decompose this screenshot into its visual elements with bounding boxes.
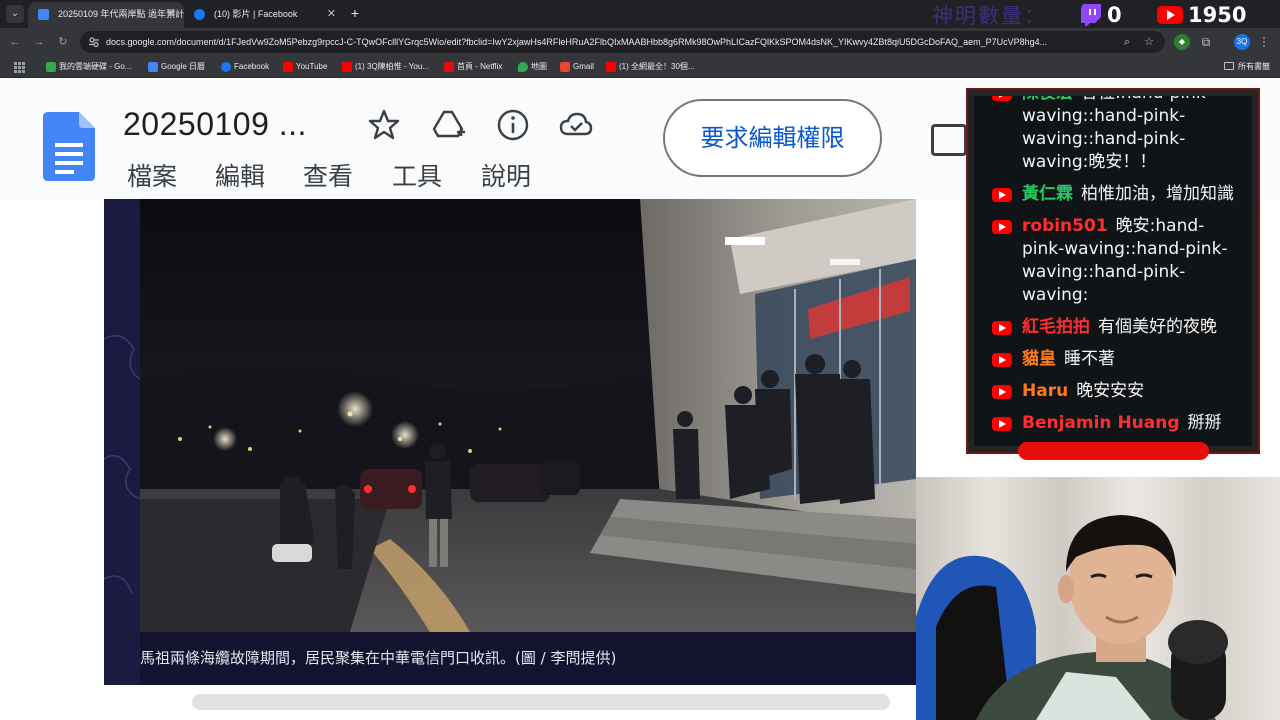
menu-edit[interactable]: 編輯 [215, 157, 265, 193]
menu-view[interactable]: 查看 [303, 157, 353, 193]
webcam-feed [916, 477, 1280, 720]
all-bookmarks-folder[interactable]: 所有書籤 [1224, 56, 1270, 78]
address-bar[interactable]: docs.google.com/document/d/1FJedVw9ZoM5P… [80, 31, 1165, 53]
chat-accent-bar [1018, 442, 1209, 460]
chat-message: 陳俊宏 各位:hand-pink-waving::hand-pink-waving… [992, 88, 1242, 174]
live-chat-overlay: 陳俊宏 各位:hand-pink-waving::hand-pink-waving… [966, 88, 1260, 454]
site-info-icon[interactable] [88, 36, 100, 48]
chat-message: 貓皇 睡不著 [992, 348, 1242, 371]
profile-avatar[interactable]: 3Q [1234, 34, 1250, 50]
bookmarks-bar: 我的雲端硬碟 - Go... Google 日曆 Facebook YouTub… [0, 56, 1280, 78]
youtube-icon [342, 62, 352, 72]
forward-arrow-icon[interactable]: → [30, 33, 48, 51]
zoom-icon[interactable]: ⌕ [1120, 35, 1134, 49]
close-icon[interactable]: ✕ [167, 2, 176, 26]
tab-facebook[interactable]: (10) 影片 | Facebook ✕ [184, 2, 344, 28]
youtube-icon [283, 62, 293, 72]
chat-text: 柏惟加油，增加知識 [1081, 184, 1234, 204]
chat-message: Benjamin Huang 掰掰 [992, 412, 1242, 435]
bookmark-video[interactable]: (1) 全網最全！30個... [606, 56, 695, 78]
chat-author: Haru [1022, 381, 1069, 401]
reload-icon[interactable]: ↻ [54, 33, 72, 51]
youtube-icon [992, 188, 1012, 202]
menu-help[interactable]: 說明 [481, 157, 531, 193]
chat-author: 陳俊宏 [1022, 88, 1073, 103]
request-edit-access-button[interactable]: 要求編輯權限 [663, 99, 882, 177]
back-arrow-icon[interactable]: ← [6, 33, 24, 51]
bookmark-facebook[interactable]: Facebook [221, 56, 269, 78]
move-to-drive-icon[interactable] [431, 108, 465, 142]
bookmark-3q-channel[interactable]: (1) 3Q陳柏惟 - You... [342, 56, 429, 78]
more-menu-icon[interactable]: ⋮ [1256, 34, 1272, 50]
url-text[interactable]: docs.google.com/document/d/1FJedVw9ZoM5P… [106, 31, 1116, 53]
close-icon[interactable]: ✕ [327, 2, 336, 26]
extensions-puzzle-icon[interactable]: ⧉ [1198, 34, 1214, 50]
folder-icon [1224, 62, 1234, 70]
menu-file[interactable]: 檔案 [127, 157, 177, 193]
apps-grid-icon[interactable] [14, 62, 25, 73]
facebook-icon [194, 9, 205, 20]
browser-toolbar: ← → ↻ docs.google.com/document/d/1FJedVw… [0, 28, 1280, 56]
bookmark-youtube[interactable]: YouTube [283, 56, 327, 78]
twitch-count: 0 [1107, 3, 1122, 27]
cloud-saved-icon[interactable] [559, 108, 593, 142]
chat-message: 黃仁霖 柏惟加油，增加知識 [992, 183, 1242, 206]
netflix-icon [444, 62, 454, 72]
youtube-icon [992, 417, 1012, 431]
bookmark-calendar[interactable]: Google 日曆 [148, 56, 205, 78]
tab-title: 20250109 年代兩岸點 過年預計 [58, 9, 184, 19]
youtube-icon [992, 96, 1012, 101]
bookmark-netflix[interactable]: 首頁 - Netflix [444, 56, 502, 78]
tab-search-chevron-icon[interactable]: ⌄ [6, 5, 24, 23]
youtube-count: 1950 [1188, 3, 1247, 27]
youtube-icon [992, 321, 1012, 335]
twitch-counter: 0 [1080, 0, 1122, 30]
chat-author: 紅毛拍拍 [1022, 317, 1090, 337]
bookmark-star-icon[interactable]: ☆ [1142, 35, 1156, 49]
youtube-icon [992, 353, 1012, 367]
calendar-icon [148, 62, 158, 72]
chat-author: Benjamin Huang [1022, 413, 1180, 433]
gmail-icon [560, 62, 570, 72]
drive-icon [46, 62, 56, 72]
document-title[interactable]: 20250109 ... [123, 106, 307, 143]
chat-text: 有個美好的夜晚 [1098, 317, 1217, 337]
chat-message-list: 陳俊宏 各位:hand-pink-waving::hand-pink-waving… [992, 96, 1242, 444]
chat-author: 貓皇 [1022, 349, 1056, 369]
google-docs-logo[interactable] [43, 112, 95, 181]
chat-message: robin501 晚安:hand-pink-waving::hand-pink-w… [992, 215, 1242, 307]
youtube-icon [606, 62, 616, 72]
docs-icon [38, 9, 49, 20]
new-tab-button[interactable]: + [346, 3, 364, 23]
street-night-photo [140, 199, 916, 632]
facebook-icon [221, 62, 231, 72]
stream-deity-label: 神明數量： [932, 4, 1047, 28]
maps-pin-icon [518, 62, 528, 72]
chat-author: 黃仁霖 [1022, 184, 1073, 204]
chat-message: Haru 晚安安安 [992, 380, 1242, 403]
bookmark-gmail[interactable]: Gmail [560, 56, 594, 78]
youtube-icon [1157, 6, 1183, 24]
twitch-icon [1081, 4, 1101, 26]
chat-text: 晚安安安 [1076, 381, 1145, 401]
horizontal-scrollbar[interactable] [192, 694, 890, 710]
extension-shield-icon[interactable]: ◆ [1174, 34, 1190, 50]
map-pattern-decoration [104, 199, 140, 685]
youtube-counter: 1950 [1157, 0, 1246, 30]
info-icon[interactable] [496, 108, 530, 142]
tab-title: (10) 影片 | Facebook [214, 9, 298, 19]
menu-tools[interactable]: 工具 [392, 157, 442, 193]
image-caption: 馬祖兩條海纜故障期間，居民聚集在中華電信門口收訊。(圖 / 李問提供) [140, 649, 617, 667]
chat-author: robin501 [1022, 216, 1108, 236]
chat-text: 睡不著 [1064, 349, 1115, 369]
chat-message: 紅毛拍拍 有個美好的夜晚 [992, 316, 1242, 339]
youtube-icon [992, 385, 1012, 399]
star-icon[interactable] [367, 108, 401, 142]
chat-text: 掰掰 [1187, 413, 1222, 433]
tab-docs[interactable]: 20250109 年代兩岸點 過年預計 ✕ [28, 2, 184, 28]
youtube-icon [992, 220, 1012, 234]
comment-icon[interactable] [931, 124, 967, 156]
bookmark-maps[interactable]: 地圖 [518, 56, 547, 78]
bookmark-drive[interactable]: 我的雲端硬碟 - Go... [46, 56, 131, 78]
